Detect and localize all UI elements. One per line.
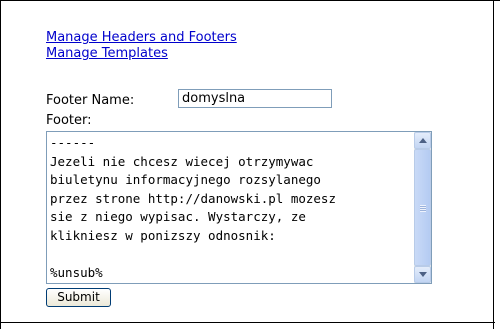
footer-name-input[interactable] <box>178 89 332 108</box>
manage-headers-footers-link[interactable]: Manage Headers and Footers <box>46 30 237 46</box>
submit-button[interactable]: Submit <box>46 288 111 307</box>
chevron-down-icon <box>419 272 427 277</box>
manage-templates-link[interactable]: Manage Templates <box>46 46 237 62</box>
scrollbar-grip-icon <box>420 205 426 212</box>
frame-border-bottom <box>0 322 495 323</box>
footer-label: Footer: <box>46 113 92 128</box>
scroll-up-button[interactable] <box>414 132 431 149</box>
frame-border-left <box>0 0 1 329</box>
frame-border-top <box>0 0 500 1</box>
chevron-up-icon <box>419 138 427 143</box>
scroll-down-button[interactable] <box>414 266 431 283</box>
scrollbar-thumb[interactable] <box>414 149 431 266</box>
footer-textarea-scrollbar[interactable] <box>414 132 431 283</box>
footer-textarea[interactable]: ------ Jezeli nie chcesz wiecej otrzymyw… <box>46 131 432 284</box>
nav-links: Manage Headers and Footers Manage Templa… <box>46 30 237 62</box>
frame-border-right <box>493 0 494 329</box>
footer-textarea-content[interactable]: ------ Jezeli nie chcesz wiecej otrzymyw… <box>50 134 412 280</box>
footer-name-label: Footer Name: <box>46 93 135 108</box>
